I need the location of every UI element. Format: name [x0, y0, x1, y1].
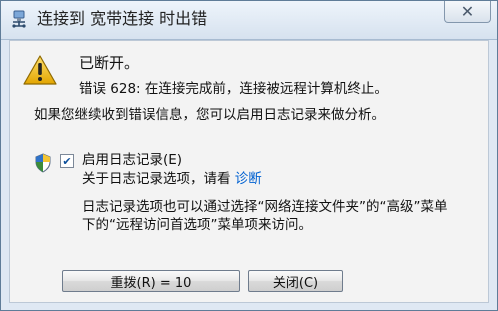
logging-note-line-2: 下的“远程访问首选项”菜单项来访问。: [82, 217, 312, 233]
logging-hint: 如果您继续收到错误信息，您可以启用日志记录来做分析。: [34, 107, 385, 123]
warning-icon: [23, 55, 57, 85]
window-close-button[interactable]: ✕: [444, 1, 491, 23]
connection-status: 已断开。: [79, 54, 140, 72]
logging-about-text: 关于日志记录选项，请看: [82, 171, 231, 187]
close-button[interactable]: 关闭(C): [248, 270, 343, 292]
redial-button[interactable]: 重拨(R) = 10: [62, 270, 240, 292]
window-title: 连接到 宽带连接 时出错: [37, 9, 208, 28]
enable-logging-checkbox[interactable]: ✔: [60, 154, 74, 168]
diagnostics-link[interactable]: 诊断: [235, 171, 262, 187]
enable-logging-label[interactable]: 启用日志记录(E): [82, 151, 182, 169]
uac-shield-icon: [35, 153, 51, 173]
close-icon: ✕: [460, 2, 475, 21]
error-message: 错误 628: 在连接完成前，连接被远程计算机终止。: [79, 81, 388, 97]
title-bar: 连接到 宽带连接 时出错 ✕: [1, 1, 497, 40]
error-dialog: 连接到 宽带连接 时出错 ✕ 已断开。 错误 628: 在连接完成前，连接被远程…: [0, 0, 498, 311]
dialog-content: 已断开。 错误 628: 在连接完成前，连接被远程计算机终止。 如果您继续收到错…: [9, 40, 489, 303]
logging-about-line: 关于日志记录选项，请看 诊断: [82, 170, 262, 188]
check-icon: ✔: [62, 154, 72, 168]
network-connection-icon: [12, 10, 26, 28]
logging-note-line-1: 日志记录选项也可以通过选择“网络连接文件夹”的“高级”菜单: [82, 199, 448, 215]
